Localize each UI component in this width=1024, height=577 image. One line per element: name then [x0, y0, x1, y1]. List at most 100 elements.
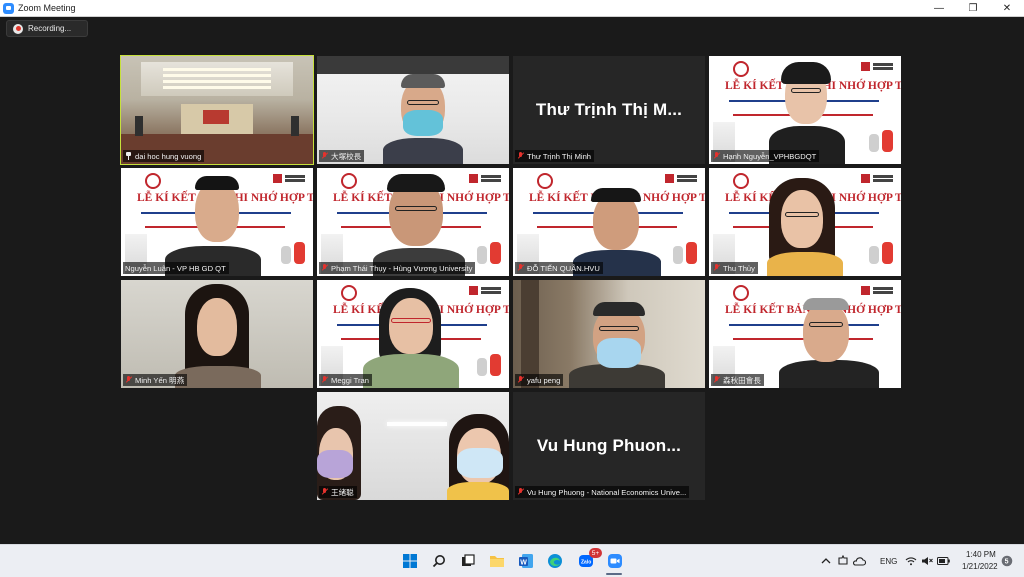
glasses	[395, 206, 437, 211]
participant-display-name: Vu Hung Phuon...	[536, 436, 682, 455]
video-tile-wang-xucong[interactable]: 王绪聪	[317, 392, 509, 500]
participant-name-tag: dai hoc hung vuong	[123, 150, 205, 162]
partner-logo-icon	[469, 284, 503, 298]
participant-name-tag: Thu Thủy	[711, 262, 758, 274]
partner-logo-icon	[861, 60, 895, 74]
participant-name-tag: 大塚校長	[319, 150, 365, 162]
minimize-icon[interactable]: —	[922, 0, 956, 16]
recording-label: Recording...	[28, 24, 72, 33]
participant-name: dai hoc hung vuong	[135, 151, 202, 161]
windows-taskbar: W Zalo 5+ ENG 1:40 PM 1/21/2022 5	[0, 544, 1024, 577]
partner-logo-icon	[469, 172, 503, 186]
person-head	[803, 302, 849, 362]
person-body	[383, 138, 463, 164]
face-mask	[457, 448, 503, 478]
participant-name-tag: Meggi Tran	[319, 374, 372, 386]
participant-name-tag: 王绪聪	[319, 486, 357, 498]
window-titlebar: Zoom Meeting — ❐ ✕	[0, 0, 1024, 17]
glasses	[791, 88, 821, 93]
university-logo-icon	[733, 61, 749, 77]
muted-mic-icon	[713, 376, 720, 384]
restore-icon[interactable]: ❐	[956, 0, 990, 16]
edge-icon[interactable]	[546, 552, 564, 570]
person-head	[389, 298, 433, 354]
muted-mic-icon	[517, 488, 524, 496]
participant-name-tag: Vu Hung Phuong - National Economics Univ…	[515, 486, 690, 498]
participant-name-tag: 森秋田會長	[711, 374, 764, 386]
video-tile-mori-akita[interactable]: LỄ KÍ KẾT BẢN GHI NHỚ HỢP TÁC 森秋田會長	[709, 280, 901, 388]
muted-mic-icon	[517, 376, 524, 384]
decor-right	[281, 240, 307, 266]
person-hair	[781, 62, 831, 84]
close-icon[interactable]: ✕	[990, 0, 1024, 16]
video-tile-meggi-tran[interactable]: LỄ KÍ KẾT BẢN GHI NHỚ HỢP TÁC Meggi Tran	[317, 280, 509, 388]
language-indicator[interactable]: ENG	[880, 557, 897, 566]
person-body	[175, 366, 261, 388]
vpn-shield-icon[interactable]	[836, 552, 850, 570]
video-tile-dai-hoc-hung-vuong[interactable]: dai hoc hung vuong	[120, 55, 314, 165]
video-tile-minh-yen[interactable]: Minh Yến 明燕	[121, 280, 313, 388]
participant-name: Thư Trịnh Thị Minh	[527, 151, 592, 161]
windows-start-icon[interactable]	[401, 552, 419, 570]
university-logo-icon	[537, 173, 553, 189]
clock-date[interactable]: 1/21/2022	[962, 562, 998, 571]
decor-right	[477, 240, 503, 266]
volume-icon[interactable]	[920, 552, 934, 570]
university-logo-icon	[733, 285, 749, 301]
video-tile-thu-thuy[interactable]: LỄ KÍ KẾT BẢN GHI NHỚ HỢP TÁC Thu Thủy	[709, 168, 901, 276]
glasses	[809, 322, 843, 327]
person-hair	[195, 176, 239, 190]
person-head	[197, 298, 237, 356]
video-tile-thu-trinh-thi-minh[interactable]: Thư Trịnh Thị M... Thư Trịnh Thị Minh	[513, 56, 705, 164]
partner-logo-icon	[273, 172, 307, 186]
person-hair	[593, 302, 645, 316]
partner-logo-icon	[861, 284, 895, 298]
video-tile-otsuka[interactable]: 大塚校長	[317, 56, 509, 164]
participant-name-tag: ĐỖ TIẾN QUÂN.HVU	[515, 262, 603, 274]
video-tile-vu-hung-phuong[interactable]: Vu Hung Phuon... Vu Hung Phuong - Nation…	[513, 392, 705, 500]
person-body	[779, 360, 879, 388]
notification-icon[interactable]: 5	[1000, 552, 1014, 570]
word-icon[interactable]: W	[517, 552, 535, 570]
svg-text:W: W	[520, 559, 527, 566]
decor-right	[869, 128, 895, 154]
partner-logo-icon	[861, 172, 895, 186]
chevron-up-icon[interactable]	[820, 552, 832, 570]
muted-mic-icon	[125, 376, 132, 384]
participant-name: Meggi Tran	[331, 375, 369, 385]
participant-name: 王绪聪	[331, 487, 354, 497]
active-app-indicator	[606, 573, 622, 575]
top-shadow	[317, 56, 509, 74]
clock-time[interactable]: 1:40 PM	[966, 550, 996, 559]
participant-name-tag: Minh Yến 明燕	[123, 374, 188, 386]
person-hair	[803, 298, 849, 310]
zalo-notification-badge: 5+	[589, 548, 602, 558]
participant-name: yafu peng	[527, 375, 561, 385]
battery-icon[interactable]	[936, 552, 950, 570]
task-view-icon[interactable]	[459, 552, 477, 570]
video-tile-do-tien-quan[interactable]: LỄ KÍ KẾT BẢN GHI NHỚ HỢP TÁC ĐỖ TIẾN QU…	[513, 168, 705, 276]
wifi-icon[interactable]	[904, 552, 918, 570]
search-icon[interactable]	[430, 552, 448, 570]
video-tile-yafu-peng[interactable]: yafu peng	[513, 280, 705, 388]
muted-mic-icon	[321, 152, 328, 160]
zoom-icon[interactable]	[606, 552, 624, 570]
university-logo-icon	[733, 173, 749, 189]
ceiling-lights	[163, 68, 271, 71]
decor-right	[673, 240, 699, 266]
svg-text:Zalo: Zalo	[581, 560, 591, 566]
face-mask	[403, 110, 443, 136]
recording-icon	[13, 23, 23, 34]
file-explorer-icon[interactable]	[488, 552, 506, 570]
university-logo-icon	[341, 285, 357, 301]
video-tile-nguyen-luan[interactable]: LỄ KÍ KẾT BẢN GHI NHỚ HỢP TÁC Nguyễn Luâ…	[121, 168, 313, 276]
video-tile-pham-thai-thuy[interactable]: LỄ KÍ KẾT BẢN GHI NHỚ HỢP TÁC Phạm Thái …	[317, 168, 509, 276]
participant-name-tag: Nguyễn Luân - VP HB GD QT	[123, 262, 229, 274]
onedrive-cloud-icon[interactable]	[852, 552, 866, 570]
person-hair	[591, 188, 641, 202]
glasses	[599, 326, 639, 331]
recording-indicator[interactable]: Recording...	[6, 20, 88, 37]
face-mask	[597, 338, 641, 368]
participant-name-tag: Hạnh Nguyễn_VPHBGDQT	[711, 150, 820, 162]
video-tile-hanh-nguyen[interactable]: LỄ KÍ KẾT BẢN GHI NHỚ HỢP TÁC Hạnh Nguyễ…	[709, 56, 901, 164]
